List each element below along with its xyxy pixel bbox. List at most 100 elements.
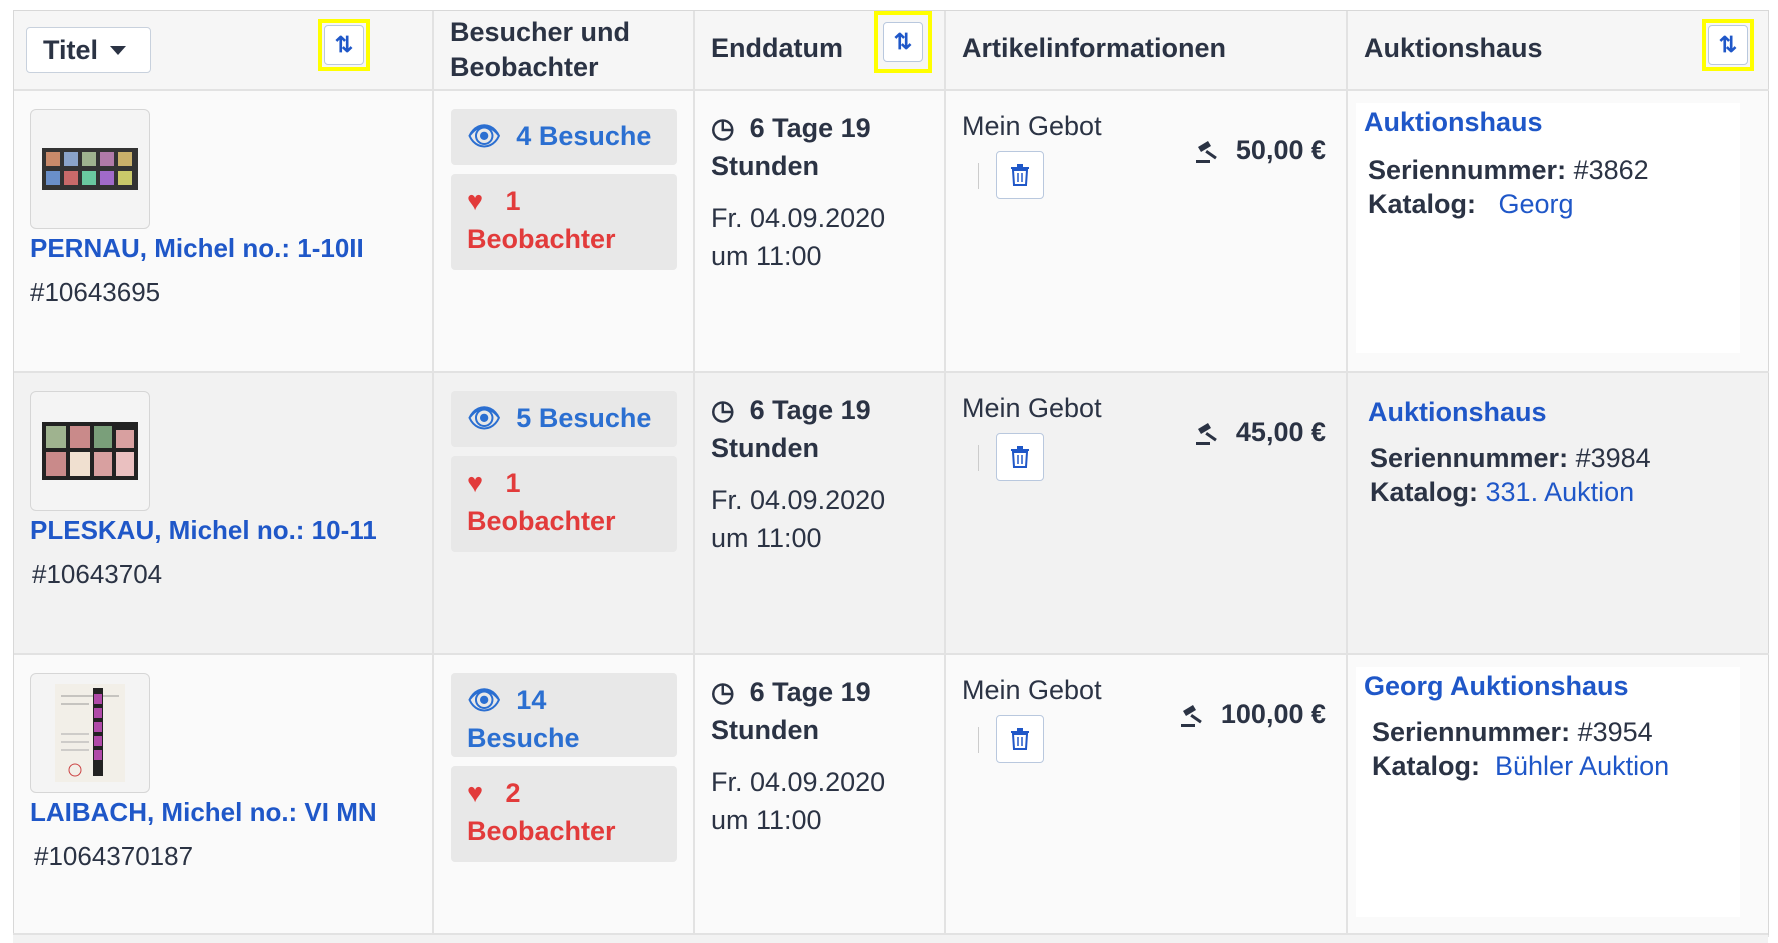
stamp-image-icon — [42, 148, 138, 190]
watchers-badge: ♥ 1 Beobachter — [451, 456, 677, 552]
title-sort-dropdown[interactable]: Titel — [26, 27, 151, 73]
trash-icon — [1011, 728, 1029, 750]
item-id: #10643704 — [32, 559, 163, 589]
trash-icon — [1011, 164, 1029, 186]
end-time: um 11:00 — [711, 241, 822, 271]
sort-auction-button[interactable]: ⇅ — [1702, 19, 1754, 71]
serial-value: #3954 — [1577, 717, 1653, 747]
eye-icon: 👁 — [467, 685, 502, 715]
serial-line: Seriennummer: #3862 — [1368, 155, 1649, 186]
clock-icon: ◷ — [711, 395, 735, 425]
auction-house-link[interactable]: Auktionshaus — [1368, 397, 1547, 428]
catalog-line: Katalog: Bühler Auktion — [1372, 751, 1669, 782]
title-cell: PERNAU, Michel no.: 1-10II #10643695 — [14, 91, 434, 371]
visits-label: 5 Besuche — [516, 403, 652, 433]
visitors-cell: 👁 5 Besuche ♥ 1 Beobachter — [434, 373, 695, 653]
visitors-cell: 👁 4 Besuche ♥ 1 Beobachter — [434, 91, 695, 371]
iteminfo-cell: Mein Gebot 100,00 € — [946, 655, 1348, 935]
sort-arrows-icon: ⇅ — [324, 25, 364, 65]
serial-line: Seriennummer: #3954 — [1372, 717, 1653, 748]
enddate-cell: ◷ 6 Tage 19 Stunden Fr. 04.09.2020 um 11… — [695, 91, 946, 371]
item-title-link[interactable]: PERNAU, Michel no.: 1-10II — [30, 233, 364, 264]
time-remaining-line1: 6 Tage 19 — [749, 395, 871, 425]
delete-bid-button[interactable] — [996, 715, 1044, 763]
catalog-link[interactable]: Bühler Auktion — [1495, 751, 1669, 781]
gavel-icon — [1195, 422, 1217, 445]
auction-cell: Auktionshaus Seriennummer: #3862 Katalog… — [1348, 91, 1769, 371]
sort-enddate-button[interactable]: ⇅ — [874, 11, 932, 73]
visits-count: 14 — [516, 685, 547, 715]
serial-label: Seriennummer: — [1368, 155, 1567, 185]
item-title-link[interactable]: PLESKAU, Michel no.: 10-11 — [30, 515, 377, 546]
trash-icon — [1011, 446, 1029, 468]
serial-value: #3984 — [1575, 443, 1651, 473]
auction-table: Titel ⇅ Besucher und Beobachter Enddatum… — [13, 10, 1769, 937]
heart-icon: ♥ — [467, 186, 484, 216]
delete-bid-button[interactable] — [996, 433, 1044, 481]
title-cell: PLESKAU, Michel no.: 10-11 #10643704 — [14, 373, 434, 653]
catalog-label: Katalog: — [1372, 751, 1480, 781]
end-date: Fr. 04.09.2020 — [711, 485, 886, 515]
catalog-label: Katalog: — [1368, 189, 1476, 219]
header-visitors-label: Besucher und Beobachter — [450, 17, 631, 82]
auction-house-link[interactable]: Georg Auktionshaus — [1364, 671, 1629, 702]
end-date-block: ◷ 6 Tage 19 Stunden Fr. 04.09.2020 um 11… — [711, 673, 885, 839]
header-enddate-label: Enddatum — [711, 33, 843, 63]
document-image-icon — [55, 684, 125, 782]
gavel-icon — [1195, 140, 1217, 163]
header-iteminfo-label: Artikelinformationen — [962, 33, 1227, 63]
serial-value: #3862 — [1573, 155, 1649, 185]
my-bid-label: Mein Gebot — [962, 393, 1102, 423]
serial-line: Seriennummer: #3984 — [1370, 443, 1651, 474]
visitors-cell: 👁 14 Besuche ♥ 2 Beobachter — [434, 655, 695, 935]
watchers-count: 1 — [505, 186, 521, 216]
table-row: PLESKAU, Michel no.: 10-11 #10643704 👁 5… — [14, 373, 1769, 655]
price-value: 50,00 € — [1235, 135, 1326, 165]
iteminfo-cell: Mein Gebot 45,00 € — [946, 373, 1348, 653]
gavel-icon — [1180, 704, 1202, 727]
header-title-col: Titel ⇅ — [14, 11, 434, 89]
watchers-label: Beobachter — [467, 224, 616, 254]
visits-badge: 👁 5 Besuche — [451, 391, 677, 447]
sort-arrows-icon: ⇅ — [1708, 25, 1748, 65]
stamp-thumbnail[interactable] — [30, 109, 150, 229]
catalog-line: Katalog: 331. Auktion — [1370, 477, 1634, 508]
item-id: #10643695 — [30, 277, 161, 307]
end-time: um 11:00 — [711, 805, 822, 835]
stamp-image-icon — [42, 422, 138, 480]
table-row: LAIBACH, Michel no.: VI MN #1064370187 👁… — [14, 655, 1769, 937]
auction-house-link[interactable]: Auktionshaus — [1364, 107, 1543, 138]
table-next-row-edge — [13, 933, 1768, 943]
sort-title-button[interactable]: ⇅ — [318, 19, 370, 71]
stamp-thumbnail[interactable] — [30, 673, 150, 793]
catalog-link[interactable]: 331. Auktion — [1486, 477, 1635, 507]
title-cell: LAIBACH, Michel no.: VI MN #1064370187 — [14, 655, 434, 935]
bid-price: 100,00 € — [1179, 699, 1326, 730]
table-row: PERNAU, Michel no.: 1-10II #10643695 👁 4… — [14, 91, 1769, 373]
end-time: um 11:00 — [711, 523, 822, 553]
time-remaining-line1: 6 Tage 19 — [749, 113, 871, 143]
catalog-link[interactable]: Georg — [1499, 189, 1574, 219]
header-auction-col: Auktionshaus ⇅ — [1348, 11, 1769, 89]
caret-down-icon — [110, 45, 127, 55]
stamp-thumbnail[interactable] — [30, 391, 150, 511]
sort-arrows-icon: ⇅ — [883, 22, 923, 62]
auction-cell: Georg Auktionshaus Seriennummer: #3954 K… — [1348, 655, 1769, 935]
bid-price: 45,00 € — [1194, 417, 1326, 448]
price-value: 45,00 € — [1235, 417, 1326, 447]
time-remaining-line2: Stunden — [711, 151, 819, 181]
clock-icon: ◷ — [711, 677, 735, 707]
watchers-badge: ♥ 1 Beobachter — [451, 174, 677, 270]
header-visitors-col: Besucher und Beobachter — [434, 11, 695, 89]
delete-bid-button[interactable] — [996, 151, 1044, 199]
item-title-link[interactable]: LAIBACH, Michel no.: VI MN — [30, 797, 377, 828]
clock-icon: ◷ — [711, 113, 735, 143]
eye-icon: 👁 — [467, 403, 502, 433]
watchers-count: 1 — [505, 468, 521, 498]
item-id: #1064370187 — [34, 841, 194, 871]
my-bid-label: Mein Gebot — [962, 111, 1102, 141]
table-header: Titel ⇅ Besucher und Beobachter Enddatum… — [14, 11, 1769, 91]
watchers-label: Beobachter — [467, 816, 616, 846]
header-enddate-col: Enddatum ⇅ — [695, 11, 946, 89]
divider — [978, 727, 979, 753]
